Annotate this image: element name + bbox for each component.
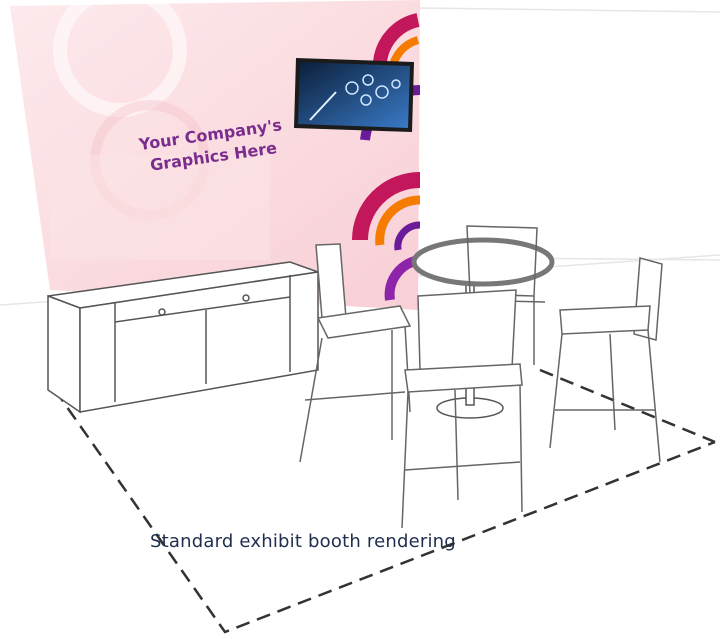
bar-stool-right — [549, 257, 663, 463]
image-caption: Standard exhibit booth rendering — [150, 531, 456, 552]
tv-monitor — [294, 58, 414, 132]
